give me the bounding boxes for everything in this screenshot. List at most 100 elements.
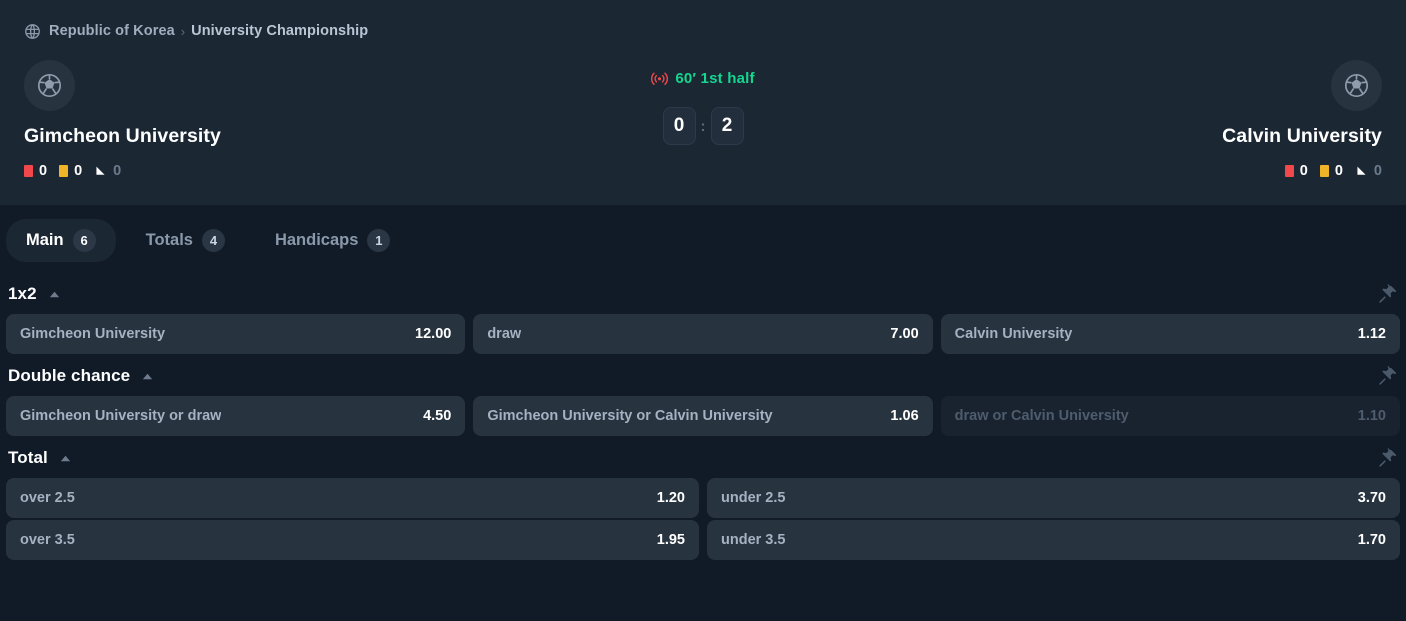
tab-count-badge: 6: [72, 229, 96, 252]
globe-icon: [24, 23, 41, 40]
home-corners: 0: [94, 164, 121, 179]
match-header-card: Republic of Korea › University Champions…: [0, 0, 1406, 205]
tab-totals[interactable]: Totals 4: [126, 219, 245, 262]
odds-label: over 3.5: [20, 532, 75, 548]
away-team-avatar: [1331, 60, 1382, 111]
pin-icon[interactable]: [1378, 448, 1398, 468]
live-status: 60′ 1st half: [651, 68, 754, 88]
live-broadcast-icon: [651, 71, 669, 86]
market-section: Total over 2.5 1.20 under 2.5 3.70 over 3.5 1.…: [6, 438, 1400, 560]
breadcrumb: Republic of Korea › University Champions…: [24, 20, 1382, 42]
tab-main[interactable]: Main 6: [6, 219, 116, 262]
tab-label: Handicaps: [274, 231, 359, 249]
tab-handicaps[interactable]: Handicaps 1: [255, 219, 410, 262]
home-yellow-cards: 0: [59, 164, 82, 179]
match-center: 60′ 1st half 0 : 2: [573, 60, 833, 146]
market-title: Double chance: [8, 366, 131, 385]
away-corners: 0: [1355, 164, 1382, 179]
market-tabs: Main 6 Totals 4 Handicaps 1: [0, 205, 1406, 274]
away-corner-count: 0: [1373, 162, 1382, 179]
odds-value: 4.50: [423, 408, 452, 424]
odds-label: over 2.5: [20, 490, 75, 506]
odds-row: Gimcheon University or draw 4.50 Gimcheon …: [6, 396, 1400, 436]
odds-value: 1.10: [1357, 408, 1386, 424]
market-title: 1x2: [8, 284, 37, 303]
markets-list: 1x2 Gimcheon University 12.00 draw 7.00 Calvi…: [0, 274, 1406, 560]
market-title: Total: [8, 448, 48, 467]
away-score: 2: [710, 107, 744, 146]
odds-label: draw: [487, 326, 522, 342]
home-score: 0: [662, 107, 696, 146]
away-yellow-cards: 0: [1319, 162, 1343, 179]
odds-cell[interactable]: Gimcheon University or draw 4.50: [6, 396, 466, 436]
away-red-card-count: 0: [1299, 162, 1308, 179]
away-team-name[interactable]: Calvin University: [833, 125, 1382, 148]
yellow-card-icon: [59, 165, 69, 177]
odds-value: 1.12: [1357, 326, 1386, 342]
odds-label: Gimcheon University or draw: [20, 408, 222, 424]
caret-up-icon[interactable]: [141, 370, 154, 383]
odds-cell[interactable]: over 3.5 1.95: [6, 520, 699, 560]
away-red-cards: 0: [1284, 162, 1308, 179]
breadcrumb-separator: ›: [180, 23, 186, 39]
odds-label: draw or Calvin University: [954, 408, 1129, 424]
home-team-avatar: [24, 60, 75, 111]
home-team-stats: 0 0 0: [24, 162, 573, 180]
away-yellow-card-count: 0: [1334, 162, 1343, 179]
odds-value: 7.00: [890, 326, 919, 342]
odds-cell[interactable]: Gimcheon University 12.00: [6, 314, 466, 354]
odds-cell[interactable]: over 2.5 1.20: [6, 478, 699, 518]
match-status-text: 60′ 1st half: [675, 69, 755, 87]
tab-count-badge: 4: [201, 229, 225, 252]
pin-icon[interactable]: [1378, 366, 1398, 386]
home-corner-count: 0: [113, 162, 122, 179]
home-red-card-count: 0: [39, 162, 48, 179]
scoreboard: 0 : 2: [573, 107, 833, 146]
caret-up-icon[interactable]: [59, 452, 72, 465]
odds-cell[interactable]: draw 7.00: [473, 314, 933, 354]
home-yellow-card-count: 0: [74, 162, 83, 179]
red-card-icon: [1284, 165, 1294, 177]
home-red-cards: 0: [24, 164, 47, 179]
soccer-ball-icon: [1344, 73, 1369, 98]
tab-label: Totals: [145, 231, 193, 249]
away-team: Calvin University 0 0 0: [833, 60, 1382, 180]
odds-cell[interactable]: under 2.5 3.70: [707, 478, 1400, 518]
odds-value: 12.00: [415, 326, 452, 342]
odds-label: Gimcheon University or Calvin University: [487, 408, 773, 424]
teams-row: Gimcheon University 0 0 0 60′ 1st half 0…: [24, 60, 1382, 180]
odds-label: under 2.5: [721, 490, 786, 506]
tab-count-badge: 1: [367, 229, 391, 252]
odds-row: over 3.5 1.95 under 3.5 1.70: [6, 520, 1400, 560]
breadcrumb-league[interactable]: University Championship: [191, 23, 368, 39]
home-team-name[interactable]: Gimcheon University: [24, 125, 573, 148]
odds-value: 1.70: [1357, 532, 1386, 548]
market-section: 1x2 Gimcheon University 12.00 draw 7.00 Calvi…: [6, 274, 1400, 354]
breadcrumb-country[interactable]: Republic of Korea: [49, 23, 175, 39]
odds-value: 3.70: [1357, 490, 1386, 506]
away-team-stats: 0 0 0: [833, 162, 1382, 180]
odds-value: 1.95: [656, 532, 685, 548]
odds-label: Gimcheon University: [20, 326, 166, 342]
odds-cell[interactable]: under 3.5 1.70: [707, 520, 1400, 560]
odds-cell[interactable]: Calvin University 1.12: [940, 314, 1400, 354]
market-header[interactable]: Double chance: [6, 356, 1400, 396]
home-team: Gimcheon University 0 0 0: [24, 60, 573, 180]
score-separator: :: [700, 117, 706, 135]
odds-label: under 3.5: [721, 532, 786, 548]
pin-icon[interactable]: [1378, 284, 1398, 304]
soccer-ball-icon: [37, 73, 62, 98]
corner-flag-icon: [1355, 165, 1368, 178]
caret-up-icon[interactable]: [48, 288, 61, 301]
corner-flag-icon: [94, 165, 107, 178]
red-card-icon: [24, 165, 33, 177]
market-header[interactable]: Total: [6, 438, 1400, 478]
odds-row: over 2.5 1.20 under 2.5 3.70: [6, 478, 1400, 518]
odds-cell[interactable]: Gimcheon University or Calvin University…: [473, 396, 933, 436]
market-header[interactable]: 1x2: [6, 274, 1400, 314]
yellow-card-icon: [1319, 165, 1329, 177]
tab-label: Main: [26, 231, 64, 249]
odds-value: 1.20: [656, 490, 685, 506]
odds-cell-disabled: draw or Calvin University 1.10: [940, 396, 1400, 436]
market-section: Double chance Gimcheon University or draw…: [6, 356, 1400, 436]
